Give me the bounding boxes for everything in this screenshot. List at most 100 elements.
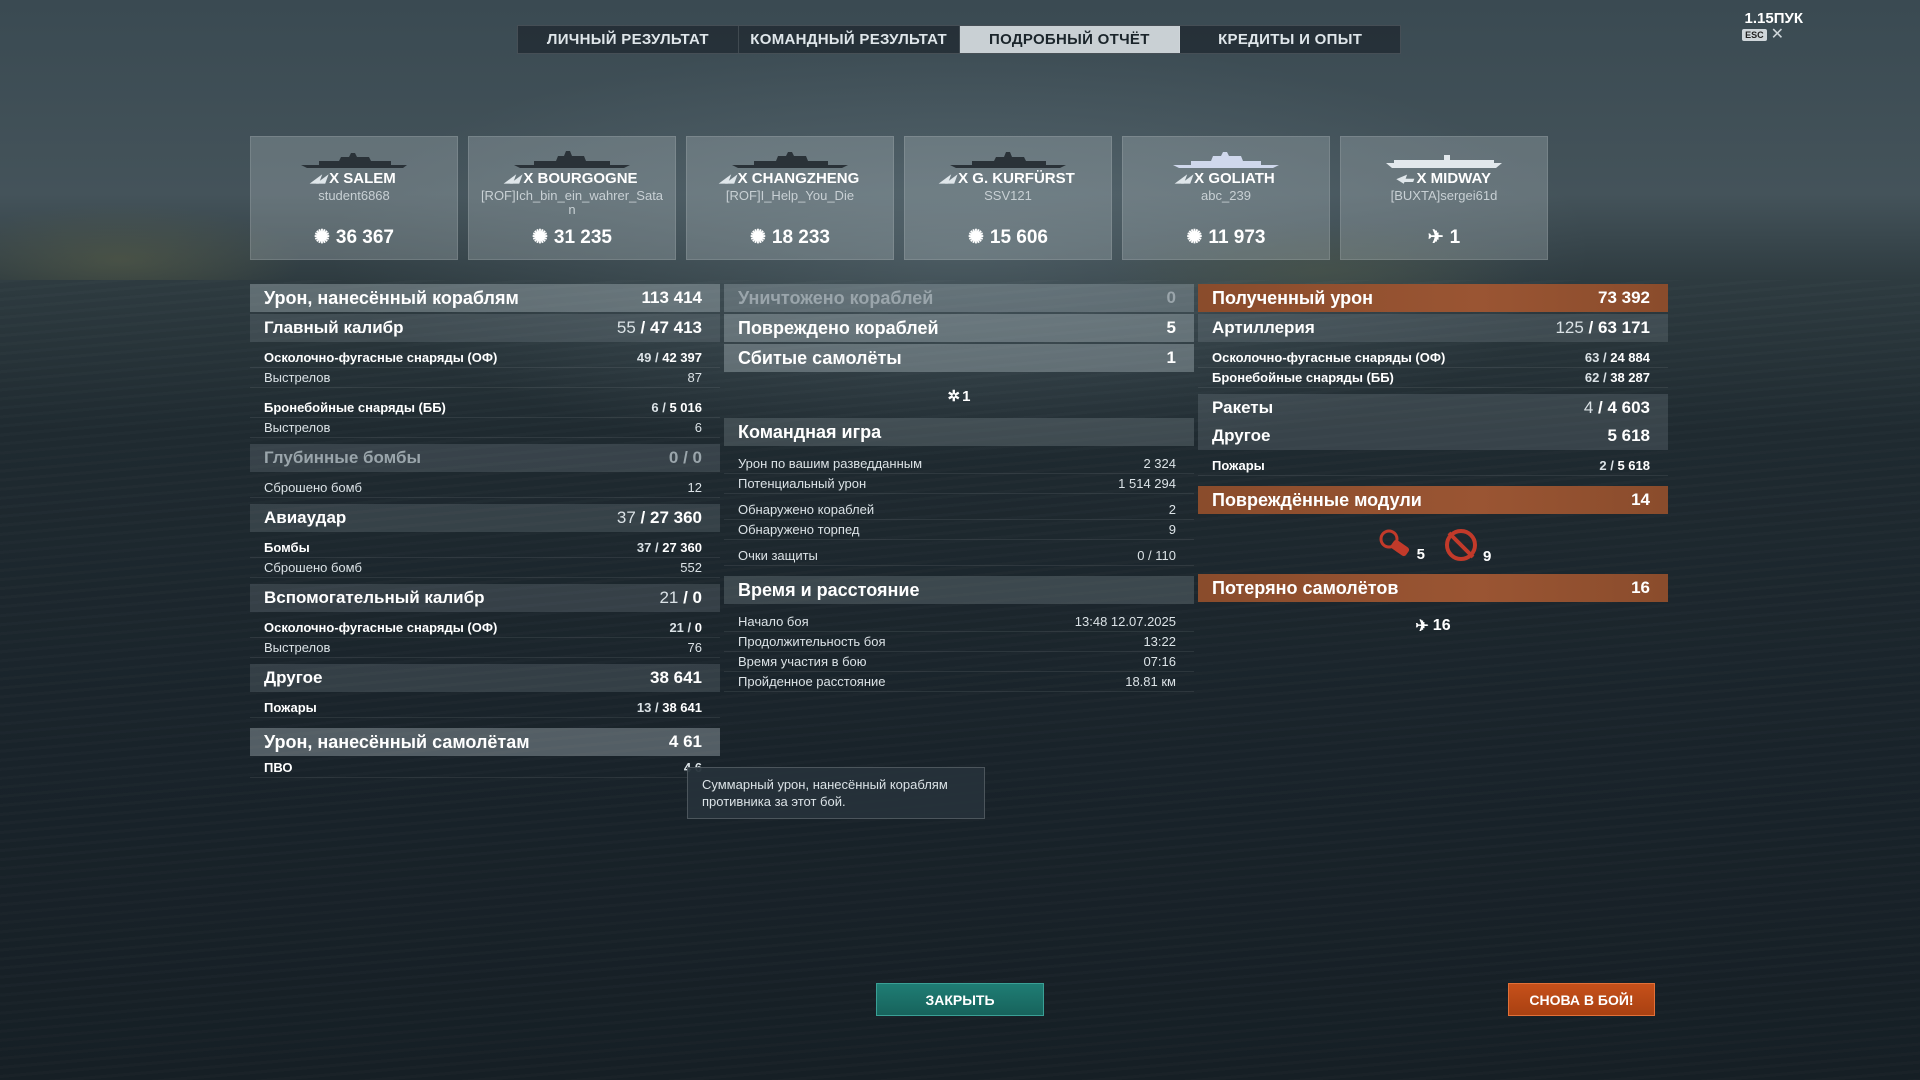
player-cards: ◢◢ X SALEM student6868 ✺ 36 367 ◢◢ X BOURGO…	[250, 136, 1548, 260]
ship-name: X SALEM	[329, 170, 396, 187]
player-name: [BUXTA]sergei61d	[1390, 188, 1498, 203]
stat-row: Пожары 13 / 38 641	[250, 698, 720, 718]
stat-row: Обнаружено кораблей 2	[724, 500, 1194, 520]
ship-silhouette-icon	[950, 152, 1066, 168]
report-tabs: ЛИЧНЫЙ РЕЗУЛЬТАТ КОМАНДНЫЙ РЕЗУЛЬТАТ ПОД…	[517, 25, 1401, 54]
close-button[interactable]: ЗАКРЫТЬ	[876, 983, 1044, 1016]
stat-row: Выстрелов 76	[250, 638, 720, 658]
tab-detailed-report[interactable]: ПОДРОБНЫЙ ОТЧЁТ	[959, 26, 1181, 53]
plane-shot-icon: ✲	[947, 388, 961, 405]
ship-silhouette-icon	[1173, 152, 1279, 168]
stat-row: Продолжительность боя 13:22	[724, 632, 1194, 652]
stat-row: Выстрелов 6	[250, 418, 720, 438]
ship-silhouette-icon	[1386, 155, 1502, 168]
stat-row: Сброшено бомб 552	[250, 558, 720, 578]
ships-destroyed-header[interactable]: Уничтожено кораблей 0	[724, 284, 1194, 312]
artillery-row: Артиллерия 125 / 63 171	[1198, 314, 1668, 342]
stat-row: Сброшено бомб 12	[250, 478, 720, 498]
planes-shot-value: 1	[1449, 226, 1461, 248]
damage-value: 11 973	[1208, 226, 1266, 248]
stat-row: Бомбы 37 / 27 360	[250, 538, 720, 558]
esc-close-button[interactable]: ESC ✕	[1742, 27, 1784, 43]
ship-name: X G. KURFÜRST	[958, 170, 1075, 187]
player-card[interactable]: ◢◢ X G. KURFÜRST SSV121 ✺ 15 606	[904, 136, 1112, 260]
player-card[interactable]: ◢◢ X GOLIATH abc_239 ✺ 11 973	[1122, 136, 1330, 260]
player-name: student6868	[318, 188, 390, 203]
stat-row: Пройденное расстояние 18.81 км	[724, 672, 1194, 692]
player-card[interactable]: ◢◢ X SALEM student6868 ✺ 36 367	[250, 136, 458, 260]
damage-received-column: Полученный урон 73 392 Артиллерия 125 / …	[1198, 284, 1668, 648]
damage-icon: ✺	[313, 227, 330, 248]
ship-name: X GOLIATH	[1194, 170, 1275, 187]
battle-again-button[interactable]: СНОВА В БОЙ!	[1508, 983, 1655, 1016]
plane-damage-header[interactable]: Урон, нанесённый самолётам 4 61	[250, 728, 720, 756]
plane-kill-icon: ✈	[1427, 227, 1444, 248]
other-damage-row: Другое 38 641	[250, 664, 720, 692]
damage-received-header[interactable]: Полученный урон 73 392	[1198, 284, 1668, 312]
planes-lost-count: 16	[1432, 617, 1451, 634]
battleship-class-icon: ◢◢	[938, 173, 957, 185]
battleship-class-icon: ◢◢	[1174, 173, 1193, 185]
close-icon: ✕	[1770, 26, 1784, 43]
ship-name: X BOURGOGNE	[523, 170, 638, 187]
player-name: [ROF]Ich_bin_ein_wahrer_Satan	[480, 188, 664, 217]
player-card[interactable]: ◢◢ X CHANGZHENG [ROF]I_Help_You_Die ✺ 18 2…	[686, 136, 894, 260]
tooltip: Суммарный урон, нанесённый кораблям прот…	[687, 767, 985, 819]
damage-value: 31 235	[553, 226, 613, 248]
stat-row: Осколочно-фугасные снаряды (ОФ) 49 / 42 …	[250, 348, 720, 368]
damage-icon: ✺	[1186, 227, 1203, 248]
ships-damaged-header[interactable]: Повреждено кораблей 5	[724, 314, 1194, 342]
stat-row: Потенциальный урон 1 514 294	[724, 474, 1194, 494]
battleship-class-icon: ◢◢	[504, 173, 522, 185]
ship-silhouette-icon	[732, 152, 848, 168]
battleship-class-icon: ◢◢	[718, 173, 736, 185]
tab-team[interactable]: КОМАНДНЫЙ РЕЗУЛЬТАТ	[739, 26, 960, 53]
player-name: SSV121	[984, 188, 1032, 203]
player-name: abc_239	[1201, 188, 1251, 203]
planes-shot-header[interactable]: Сбитые самолёты 1	[724, 344, 1194, 372]
player-card[interactable]: ◢◢ X BOURGOGNE [ROF]Ich_bin_ein_wahrer_Sa…	[468, 136, 676, 260]
stat-row: Время участия в бою 07:16	[724, 652, 1194, 672]
team-play-header: Командная игра	[724, 418, 1194, 446]
stat-row: Бронебойные снаряды (ББ) 6 / 5 016	[250, 398, 720, 418]
damaged-modules-header[interactable]: Повреждённые модули 14	[1198, 486, 1668, 514]
damage-icon: ✺	[749, 227, 766, 248]
stat-row: Выстрелов 87	[250, 368, 720, 388]
stat-row: Бронебойные снаряды (ББ) 62 / 38 287	[1198, 368, 1668, 388]
module-count: 5	[1416, 546, 1425, 563]
damage-dealt-column: Урон, нанесённый кораблям 113 414 Главны…	[250, 284, 720, 778]
damage-icon: ✺	[531, 227, 548, 248]
esc-key-icon: ESC	[1742, 29, 1767, 41]
rockets-row: Ракеты 4 / 4 603	[1198, 394, 1668, 422]
stat-row: Урон по вашим разведданным 2 324	[724, 454, 1194, 474]
planes-lost-header[interactable]: Потеряно самолётов 16	[1198, 574, 1668, 602]
ship-name: X MIDWAY	[1416, 170, 1491, 187]
other-received-row: Другое 5 618	[1198, 422, 1668, 450]
plane-lost-icon: ✈	[1415, 618, 1429, 635]
stat-row: Осколочно-фугасные снаряды (ОФ) 63 / 24 …	[1198, 348, 1668, 368]
ship-silhouette-icon	[301, 153, 407, 168]
stat-row: Осколочно-фугасные снаряды (ОФ) 21 / 0	[250, 618, 720, 638]
ship-silhouette-icon	[514, 151, 630, 168]
cruiser-class-icon: ◢◢	[309, 173, 328, 185]
stat-row: Очки защиты 0 / 110	[724, 546, 1194, 566]
damage-icon: ✺	[967, 227, 984, 248]
main-battery-row: Главный калибр 55 / 47 413	[250, 314, 720, 342]
damage-value: 36 367	[335, 226, 395, 248]
version-label: 1.15ПУК	[1744, 10, 1803, 27]
tab-credits-xp[interactable]: КРЕДИТЫ И ОПЫТ	[1180, 26, 1400, 53]
module-count: 9	[1483, 548, 1492, 565]
damage-value: 18 233	[771, 226, 831, 248]
carrier-class-icon: ◀▬	[1394, 173, 1415, 185]
stat-row: Пожары 2 / 5 618	[1198, 456, 1668, 476]
airstrike-row: Авиаудар 37 / 27 360	[250, 504, 720, 532]
player-card[interactable]: ◀▬ X MIDWAY [BUXTA]sergei61d ✈ 1	[1340, 136, 1548, 260]
engine-module-icon	[1379, 529, 1409, 557]
player-name: [ROF]I_Help_You_Die	[725, 188, 855, 203]
steering-module-icon	[1445, 529, 1477, 561]
stat-row: Обнаружено торпед 9	[724, 520, 1194, 540]
time-distance-header: Время и расстояние	[724, 576, 1194, 604]
ship-damage-header[interactable]: Урон, нанесённый кораблям 113 414	[250, 284, 720, 312]
planes-shot-count: 1	[962, 387, 971, 405]
tab-personal[interactable]: ЛИЧНЫЙ РЕЗУЛЬТАТ	[518, 26, 739, 53]
